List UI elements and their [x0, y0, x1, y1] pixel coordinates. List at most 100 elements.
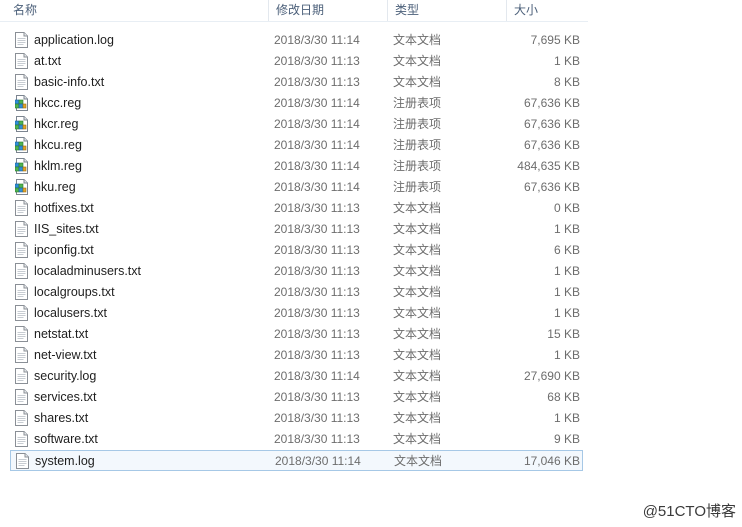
- file-row[interactable]: shares.txt 2018/3/30 11:13 文本文档 1 KB: [10, 408, 583, 429]
- file-modified-date: 2018/3/30 11:14: [274, 138, 360, 152]
- file-name: security.log: [34, 369, 97, 383]
- column-header-bar: 名称 ⌃ 修改日期 类型 大小: [0, 0, 588, 22]
- file-row[interactable]: software.txt 2018/3/30 11:13 文本文档 9 KB: [10, 429, 583, 450]
- file-modified-date: 2018/3/30 11:14: [275, 454, 361, 468]
- file-row[interactable]: hkcc.reg 2018/3/30 11:14 注册表项 67,636 KB: [10, 93, 583, 114]
- text-file-icon: [15, 263, 28, 279]
- file-type: 文本文档: [393, 369, 442, 383]
- text-file-icon: [15, 284, 28, 300]
- file-type: 注册表项: [393, 96, 442, 110]
- file-row[interactable]: security.log 2018/3/30 11:14 文本文档 27,690 KB: [10, 366, 583, 387]
- file-type: 注册表项: [393, 138, 442, 152]
- file-type: 文本文档: [393, 222, 442, 236]
- text-file-icon: [15, 326, 28, 342]
- file-type: 文本文档: [393, 264, 442, 278]
- watermark: @51CTO博客: [642, 503, 736, 520]
- file-row[interactable]: netstat.txt 2018/3/30 11:13 文本文档 15 KB: [10, 324, 583, 345]
- file-size: 67,636 KB: [523, 117, 580, 131]
- file-type: 文本文档: [393, 411, 442, 425]
- file-type: 注册表项: [393, 117, 442, 131]
- file-modified-date: 2018/3/30 11:13: [274, 201, 360, 215]
- text-file-icon: [15, 74, 28, 90]
- file-row[interactable]: basic-info.txt 2018/3/30 11:13 文本文档 8 KB: [10, 72, 583, 93]
- file-name: software.txt: [34, 432, 98, 446]
- file-modified-date: 2018/3/30 11:13: [274, 327, 360, 341]
- file-row[interactable]: ipconfig.txt 2018/3/30 11:13 文本文档 6 KB: [10, 240, 583, 261]
- file-type: 文本文档: [393, 327, 442, 341]
- sort-ascending-icon: ⌃: [139, 0, 148, 4]
- file-modified-date: 2018/3/30 11:13: [274, 411, 360, 425]
- file-row[interactable]: localadminusers.txt 2018/3/30 11:13 文本文档 1 …: [10, 261, 583, 282]
- file-modified-date: 2018/3/30 11:14: [274, 117, 360, 131]
- file-type: 文本文档: [393, 75, 442, 89]
- file-name: hkcr.reg: [34, 117, 79, 131]
- registry-file-icon: [14, 179, 28, 195]
- file-modified-date: 2018/3/30 11:13: [274, 264, 360, 278]
- registry-file-icon: [14, 95, 28, 111]
- file-row[interactable]: IIS_sites.txt 2018/3/30 11:13 文本文档 1 KB: [10, 219, 583, 240]
- text-file-icon: [15, 431, 28, 447]
- column-header-name[interactable]: 名称 ⌃: [6, 0, 268, 21]
- text-file-icon: [15, 53, 28, 69]
- file-type: 文本文档: [394, 454, 443, 468]
- file-modified-date: 2018/3/30 11:13: [274, 75, 360, 89]
- file-size: 0 KB: [553, 201, 580, 215]
- column-header-size-label: 大小: [514, 3, 539, 17]
- file-size: 6 KB: [553, 243, 580, 257]
- registry-file-icon: [14, 137, 28, 153]
- file-size: 1 KB: [553, 264, 580, 278]
- file-name: localgroups.txt: [34, 285, 115, 299]
- file-size: 67,636 KB: [523, 180, 580, 194]
- file-type: 文本文档: [393, 285, 442, 299]
- file-size: 1 KB: [553, 285, 580, 299]
- column-header-date[interactable]: 修改日期: [268, 0, 387, 21]
- file-row[interactable]: application.log 2018/3/30 11:14 文本文档 7,695 …: [10, 30, 583, 51]
- file-name: net-view.txt: [34, 348, 97, 362]
- file-type: 文本文档: [393, 243, 442, 257]
- file-size: 1 KB: [553, 306, 580, 320]
- file-modified-date: 2018/3/30 11:14: [274, 96, 360, 110]
- file-name: netstat.txt: [34, 327, 89, 341]
- file-row[interactable]: hkcu.reg 2018/3/30 11:14 注册表项 67,636 KB: [10, 135, 583, 156]
- column-header-type[interactable]: 类型: [387, 0, 506, 21]
- file-name: localusers.txt: [34, 306, 107, 320]
- file-modified-date: 2018/3/30 11:13: [274, 306, 360, 320]
- file-name: basic-info.txt: [34, 75, 105, 89]
- file-name: hotfixes.txt: [34, 201, 94, 215]
- file-size: 9 KB: [553, 432, 580, 446]
- file-row[interactable]: localgroups.txt 2018/3/30 11:13 文本文档 1 KB: [10, 282, 583, 303]
- file-size: 27,690 KB: [523, 369, 580, 383]
- registry-file-icon: [14, 158, 28, 174]
- file-modified-date: 2018/3/30 11:13: [274, 432, 360, 446]
- file-size: 8 KB: [553, 75, 580, 89]
- file-row[interactable]: hotfixes.txt 2018/3/30 11:13 文本文档 0 KB: [10, 198, 583, 219]
- text-file-icon: [15, 221, 28, 237]
- text-file-icon: [15, 32, 28, 48]
- column-header-size[interactable]: 大小: [506, 0, 588, 21]
- file-modified-date: 2018/3/30 11:14: [274, 33, 360, 47]
- file-name: hkcc.reg: [34, 96, 82, 110]
- text-file-icon: [15, 305, 28, 321]
- file-modified-date: 2018/3/30 11:14: [274, 369, 360, 383]
- file-row[interactable]: net-view.txt 2018/3/30 11:13 文本文档 1 KB: [10, 345, 583, 366]
- file-type: 文本文档: [393, 54, 442, 68]
- file-row[interactable]: hku.reg 2018/3/30 11:14 注册表项 67,636 KB: [10, 177, 583, 198]
- file-row[interactable]: localusers.txt 2018/3/30 11:13 文本文档 1 KB: [10, 303, 583, 324]
- file-size: 17,046 KB: [523, 454, 580, 468]
- file-row[interactable]: system.log 2018/3/30 11:14 文本文档 17,046 KB: [10, 450, 583, 471]
- file-row[interactable]: hkcr.reg 2018/3/30 11:14 注册表项 67,636 KB: [10, 114, 583, 135]
- file-name: localadminusers.txt: [34, 264, 141, 278]
- column-header-type-label: 类型: [395, 3, 420, 17]
- file-type: 文本文档: [393, 33, 442, 47]
- file-type: 文本文档: [393, 306, 442, 320]
- file-type: 文本文档: [393, 348, 442, 362]
- file-row[interactable]: hklm.reg 2018/3/30 11:14 注册表项 484,635 KB: [10, 156, 583, 177]
- file-name: hku.reg: [34, 180, 76, 194]
- file-row[interactable]: at.txt 2018/3/30 11:13 文本文档 1 KB: [10, 51, 583, 72]
- text-file-icon: [16, 453, 29, 469]
- text-file-icon: [15, 410, 28, 426]
- file-row[interactable]: services.txt 2018/3/30 11:13 文本文档 68 KB: [10, 387, 583, 408]
- file-name: IIS_sites.txt: [34, 222, 99, 236]
- file-size: 7,695 KB: [530, 33, 580, 47]
- file-size: 67,636 KB: [523, 96, 580, 110]
